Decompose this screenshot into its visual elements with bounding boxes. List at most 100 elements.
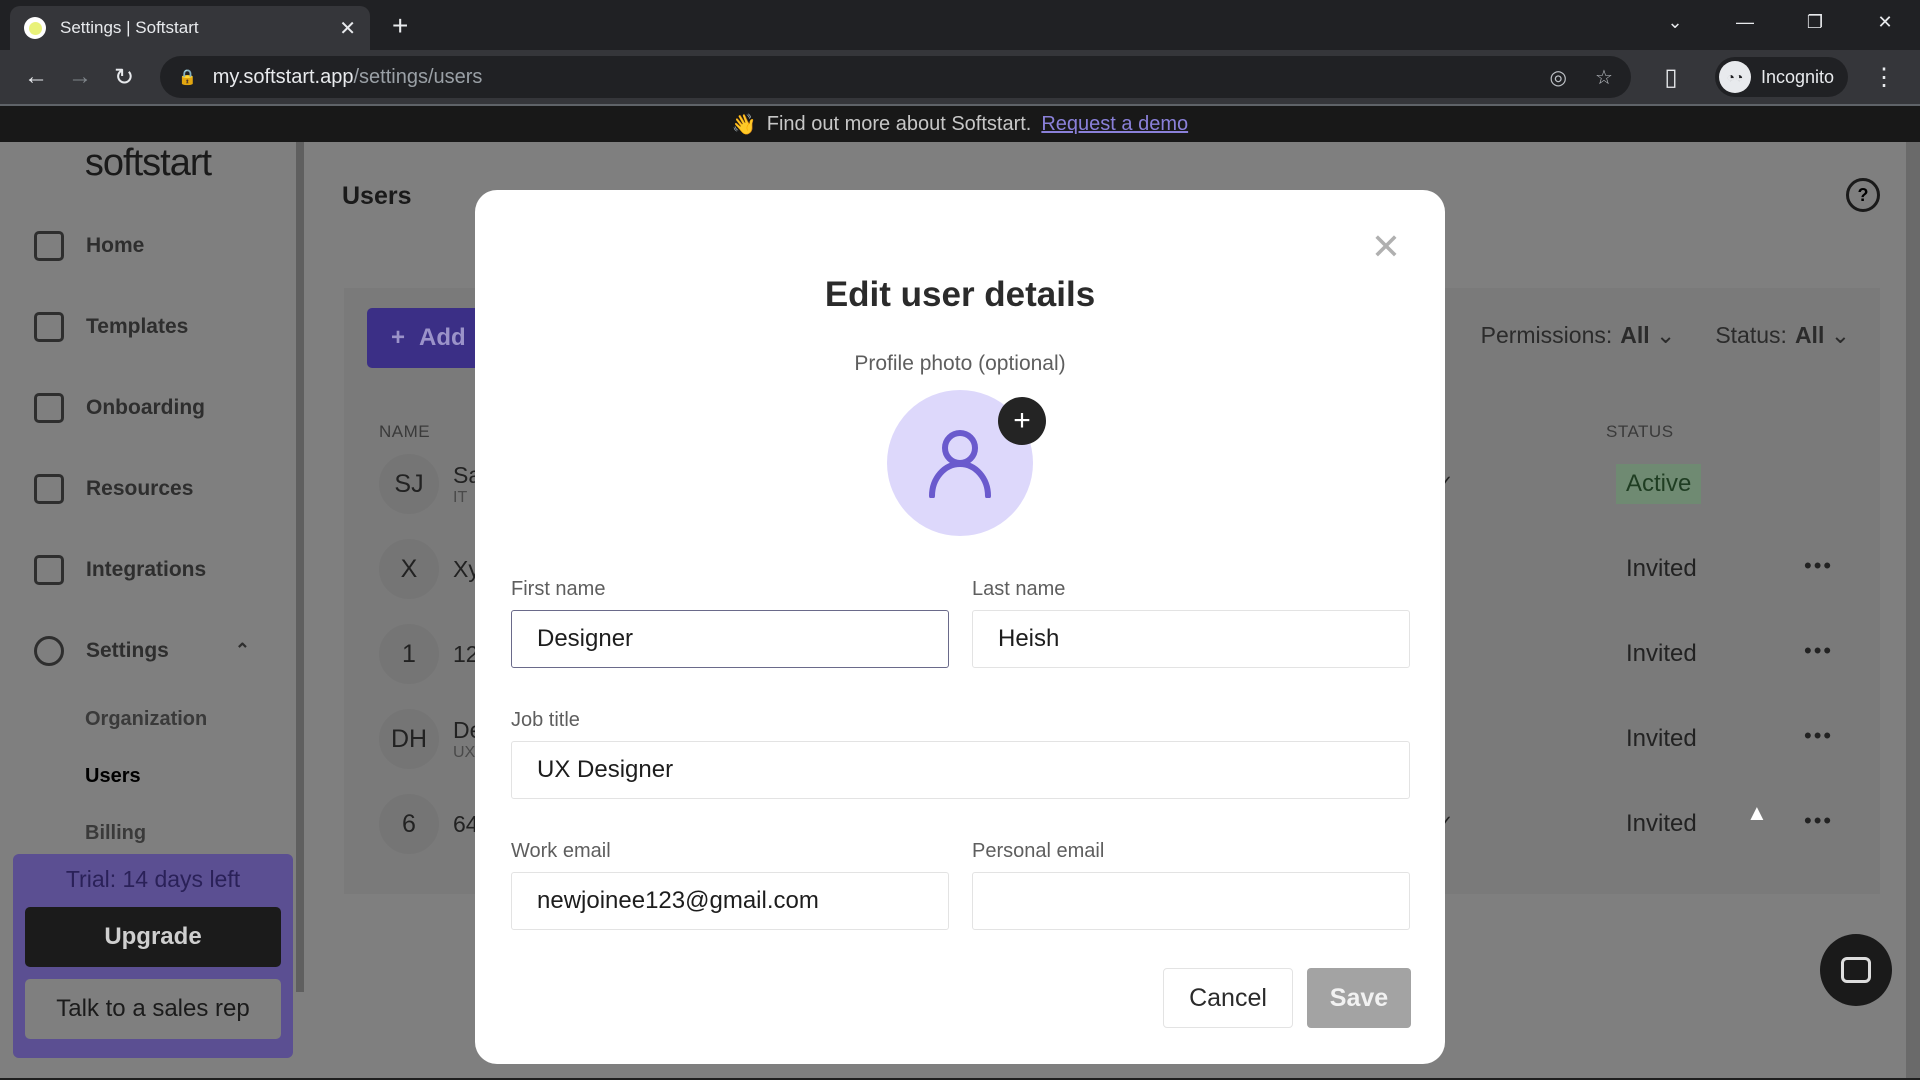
plus-icon: + bbox=[391, 324, 406, 351]
tab-search-icon[interactable]: ⌄ bbox=[1640, 0, 1710, 44]
chat-launcher-button[interactable] bbox=[1820, 934, 1892, 1006]
job-title-input[interactable]: UX Designer bbox=[511, 741, 1410, 799]
table-row[interactable]: DH De UX bbox=[379, 709, 482, 769]
wave-icon: 👋 bbox=[731, 113, 757, 136]
sidebar-item-onboarding[interactable]: Onboarding bbox=[0, 367, 296, 448]
mouse-cursor: ▲ bbox=[1746, 800, 1768, 825]
close-window-icon[interactable]: ✕ bbox=[1850, 0, 1920, 44]
sidebar-scrollbar[interactable] bbox=[296, 142, 304, 992]
last-name-input[interactable]: Heish bbox=[972, 610, 1410, 668]
sidebar-item-settings[interactable]: Settings ⌃ bbox=[0, 610, 296, 691]
row-more-actions-icon[interactable]: ••• bbox=[1804, 808, 1833, 834]
chat-icon bbox=[1841, 957, 1871, 983]
browser-toolbar: ← → ↻ 🔒 my.softstart.app /settings/users… bbox=[0, 50, 1920, 106]
url-host: my.softstart.app bbox=[212, 65, 354, 88]
table-row[interactable]: X Xy bbox=[379, 539, 480, 599]
sidebar-item-templates[interactable]: Templates bbox=[0, 286, 296, 367]
table-row[interactable]: 1 12 bbox=[379, 624, 479, 684]
sidebar-item-resources[interactable]: Resources bbox=[0, 448, 296, 529]
cancel-button[interactable]: Cancel bbox=[1163, 968, 1293, 1028]
reload-icon[interactable]: ↻ bbox=[102, 63, 146, 92]
incognito-icon: ◔◔ bbox=[1718, 61, 1751, 93]
browser-tabbar: Settings | Softstart ✕ + ⌄ — ❐ ✕ bbox=[0, 0, 1920, 50]
trial-panel: Trial: 14 days left Upgrade Talk to a sa… bbox=[13, 854, 293, 1058]
submenu-organization[interactable]: Organization bbox=[85, 691, 296, 748]
logo[interactable]: softstart bbox=[0, 142, 296, 185]
app: softstart Home Templates Onboarding Reso… bbox=[0, 142, 1920, 1078]
sidebar-item-label: Home bbox=[86, 233, 145, 257]
add-photo-button[interactable]: + bbox=[998, 397, 1046, 445]
browser-tab[interactable]: Settings | Softstart ✕ bbox=[10, 6, 370, 50]
help-icon[interactable]: ? bbox=[1846, 178, 1880, 212]
templates-icon bbox=[34, 311, 64, 342]
chevron-down-icon: ⌄ bbox=[1830, 322, 1850, 348]
chevron-up-icon[interactable]: ⌃ bbox=[235, 640, 250, 661]
status-filter-value: All bbox=[1794, 322, 1825, 348]
status-badge: Invited bbox=[1616, 634, 1707, 674]
edit-user-modal: ✕ Edit user details Profile photo (optio… bbox=[475, 190, 1445, 1064]
side-panel-icon[interactable]: ▯ bbox=[1649, 63, 1693, 92]
close-tab-icon[interactable]: ✕ bbox=[339, 16, 356, 41]
url-path: /settings/users bbox=[353, 65, 483, 88]
table-row[interactable]: 6 64 bbox=[379, 794, 479, 854]
first-name-input[interactable]: Designer bbox=[511, 610, 949, 668]
work-email-label: Work email bbox=[511, 840, 611, 862]
status-filter[interactable]: Status: All ⌄ bbox=[1715, 322, 1850, 349]
bookmark-star-icon[interactable]: ☆ bbox=[1595, 65, 1613, 90]
column-header-name[interactable]: NAME bbox=[379, 422, 430, 442]
modal-title: Edit user details bbox=[824, 275, 1096, 314]
upgrade-button[interactable]: Upgrade bbox=[25, 907, 281, 967]
request-demo-link[interactable]: Request a demo bbox=[1041, 113, 1188, 136]
lock-icon: 🔒 bbox=[178, 69, 197, 86]
trial-text: Trial: 14 days left bbox=[65, 866, 241, 892]
row-more-actions-icon[interactable]: ••• bbox=[1804, 723, 1833, 749]
minimize-icon[interactable]: — bbox=[1710, 0, 1780, 44]
incognito-badge[interactable]: ◔◔ Incognito bbox=[1714, 57, 1848, 97]
status-badge: Active bbox=[1616, 464, 1702, 504]
address-bar[interactable]: 🔒 my.softstart.app /settings/users ◎ ☆ bbox=[160, 56, 1631, 98]
tracking-eye-off-icon[interactable]: ◎ bbox=[1550, 65, 1567, 90]
chevron-down-icon: ⌄ bbox=[1656, 322, 1676, 348]
row-more-actions-icon[interactable]: ••• bbox=[1804, 553, 1833, 579]
calendar-icon bbox=[34, 392, 64, 423]
restore-icon[interactable]: ❐ bbox=[1780, 0, 1850, 44]
user-avatar: DH bbox=[379, 709, 439, 769]
user-avatar: 6 bbox=[379, 794, 439, 854]
talk-to-sales-button[interactable]: Talk to a sales rep bbox=[25, 979, 281, 1039]
status-badge: Invited bbox=[1616, 549, 1707, 589]
job-title-label: Job title bbox=[511, 709, 580, 731]
last-name-label: Last name bbox=[972, 578, 1066, 600]
column-header-status[interactable]: STATUS bbox=[1606, 422, 1674, 442]
first-name-label: First name bbox=[511, 578, 606, 600]
filters: Permissions: All ⌄ Status: All ⌄ bbox=[1481, 322, 1850, 349]
back-icon[interactable]: ← bbox=[14, 63, 58, 91]
forward-icon[interactable]: → bbox=[58, 63, 102, 91]
table-row[interactable]: SJ Sa IT bbox=[379, 454, 481, 514]
save-button[interactable]: Save bbox=[1307, 968, 1411, 1028]
permissions-filter[interactable]: Permissions: All ⌄ bbox=[1481, 322, 1676, 349]
sidebar-item-label: Integrations bbox=[86, 557, 207, 581]
user-icon bbox=[929, 430, 991, 498]
status-badge: Invited bbox=[1616, 804, 1707, 844]
new-tab-icon[interactable]: + bbox=[392, 10, 408, 42]
promo-banner: 👋 Find out more about Softstart. Request… bbox=[0, 106, 1920, 142]
home-icon bbox=[34, 230, 64, 261]
profile-photo-label: Profile photo (optional) bbox=[854, 352, 1066, 375]
gear-icon bbox=[34, 635, 64, 666]
work-email-input[interactable]: newjoinee123@gmail.com bbox=[511, 872, 949, 930]
row-more-actions-icon[interactable]: ••• bbox=[1804, 638, 1833, 664]
sidebar-item-integrations[interactable]: Integrations bbox=[0, 529, 296, 610]
sidebar-nav: Home Templates Onboarding Resources Inte… bbox=[0, 205, 296, 691]
personal-email-input[interactable] bbox=[972, 872, 1410, 930]
book-icon bbox=[34, 473, 64, 504]
sidebar-item-home[interactable]: Home bbox=[0, 205, 296, 286]
sidebar: softstart Home Templates Onboarding Reso… bbox=[0, 142, 296, 1078]
incognito-label: Incognito bbox=[1760, 66, 1834, 87]
close-modal-icon[interactable]: ✕ bbox=[1371, 226, 1401, 268]
browser-menu-icon[interactable]: ⋮ bbox=[1862, 63, 1906, 92]
favicon-icon bbox=[24, 17, 46, 39]
permissions-filter-value: All bbox=[1620, 322, 1650, 348]
sidebar-item-label: Resources bbox=[86, 476, 194, 500]
submenu-users[interactable]: Users bbox=[85, 748, 296, 805]
page-scrollbar[interactable] bbox=[1906, 142, 1920, 1078]
